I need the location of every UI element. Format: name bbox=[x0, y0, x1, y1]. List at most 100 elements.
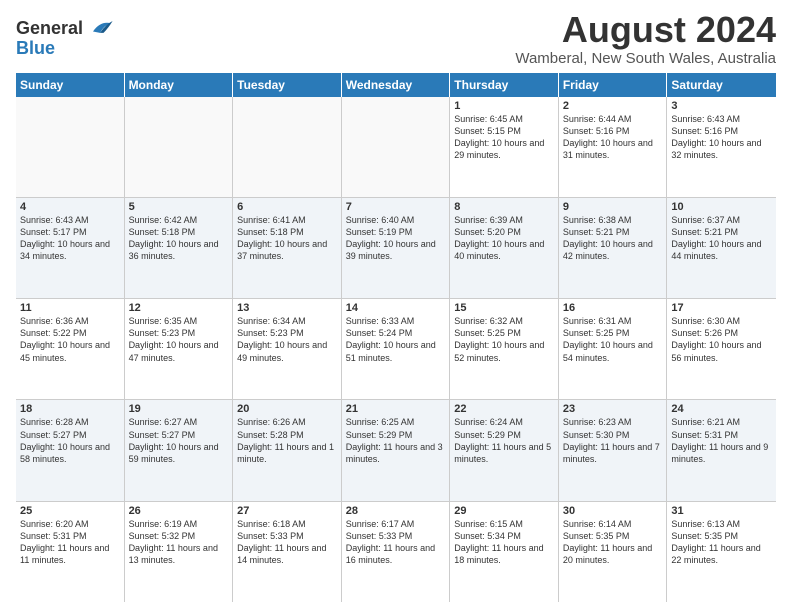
day-info: Sunrise: 6:30 AM Sunset: 5:26 PM Dayligh… bbox=[671, 315, 772, 364]
logo: General Blue bbox=[16, 14, 114, 59]
day-info: Sunrise: 6:17 AM Sunset: 5:33 PM Dayligh… bbox=[346, 518, 446, 567]
day-number: 14 bbox=[346, 302, 446, 314]
calendar-cell: 14Sunrise: 6:33 AM Sunset: 5:24 PM Dayli… bbox=[342, 299, 451, 399]
day-number: 6 bbox=[237, 201, 337, 213]
day-number: 20 bbox=[237, 403, 337, 415]
header-day-friday: Friday bbox=[559, 73, 668, 97]
calendar-cell bbox=[342, 97, 451, 197]
day-info: Sunrise: 6:44 AM Sunset: 5:16 PM Dayligh… bbox=[563, 113, 663, 162]
day-number: 25 bbox=[20, 505, 120, 517]
calendar-cell: 24Sunrise: 6:21 AM Sunset: 5:31 PM Dayli… bbox=[667, 400, 776, 500]
calendar-week-2: 4Sunrise: 6:43 AM Sunset: 5:17 PM Daylig… bbox=[16, 198, 776, 299]
calendar-cell: 6Sunrise: 6:41 AM Sunset: 5:18 PM Daylig… bbox=[233, 198, 342, 298]
calendar-cell: 1Sunrise: 6:45 AM Sunset: 5:15 PM Daylig… bbox=[450, 97, 559, 197]
day-info: Sunrise: 6:20 AM Sunset: 5:31 PM Dayligh… bbox=[20, 518, 120, 567]
day-number: 13 bbox=[237, 302, 337, 314]
header-day-sunday: Sunday bbox=[16, 73, 125, 97]
calendar-cell bbox=[16, 97, 125, 197]
day-number: 15 bbox=[454, 302, 554, 314]
month-title: August 2024 bbox=[515, 10, 776, 50]
calendar-cell: 12Sunrise: 6:35 AM Sunset: 5:23 PM Dayli… bbox=[125, 299, 234, 399]
day-info: Sunrise: 6:21 AM Sunset: 5:31 PM Dayligh… bbox=[671, 416, 772, 465]
day-info: Sunrise: 6:31 AM Sunset: 5:25 PM Dayligh… bbox=[563, 315, 663, 364]
day-info: Sunrise: 6:39 AM Sunset: 5:20 PM Dayligh… bbox=[454, 214, 554, 263]
day-info: Sunrise: 6:26 AM Sunset: 5:28 PM Dayligh… bbox=[237, 416, 337, 465]
day-number: 5 bbox=[129, 201, 229, 213]
calendar-cell: 15Sunrise: 6:32 AM Sunset: 5:25 PM Dayli… bbox=[450, 299, 559, 399]
calendar-cell: 31Sunrise: 6:13 AM Sunset: 5:35 PM Dayli… bbox=[667, 502, 776, 602]
calendar-cell: 21Sunrise: 6:25 AM Sunset: 5:29 PM Dayli… bbox=[342, 400, 451, 500]
header: General Blue August 2024 Wamberal, New S… bbox=[16, 10, 776, 67]
day-number: 11 bbox=[20, 302, 120, 314]
day-number: 10 bbox=[671, 201, 772, 213]
calendar-cell: 25Sunrise: 6:20 AM Sunset: 5:31 PM Dayli… bbox=[16, 502, 125, 602]
day-number: 22 bbox=[454, 403, 554, 415]
day-info: Sunrise: 6:13 AM Sunset: 5:35 PM Dayligh… bbox=[671, 518, 772, 567]
calendar-week-3: 11Sunrise: 6:36 AM Sunset: 5:22 PM Dayli… bbox=[16, 299, 776, 400]
day-number: 16 bbox=[563, 302, 663, 314]
day-info: Sunrise: 6:36 AM Sunset: 5:22 PM Dayligh… bbox=[20, 315, 120, 364]
location-subtitle: Wamberal, New South Wales, Australia bbox=[515, 50, 776, 67]
day-number: 26 bbox=[129, 505, 229, 517]
day-info: Sunrise: 6:35 AM Sunset: 5:23 PM Dayligh… bbox=[129, 315, 229, 364]
day-info: Sunrise: 6:28 AM Sunset: 5:27 PM Dayligh… bbox=[20, 416, 120, 465]
header-day-monday: Monday bbox=[125, 73, 234, 97]
day-number: 12 bbox=[129, 302, 229, 314]
day-number: 21 bbox=[346, 403, 446, 415]
day-info: Sunrise: 6:42 AM Sunset: 5:18 PM Dayligh… bbox=[129, 214, 229, 263]
calendar-cell: 7Sunrise: 6:40 AM Sunset: 5:19 PM Daylig… bbox=[342, 198, 451, 298]
calendar-week-4: 18Sunrise: 6:28 AM Sunset: 5:27 PM Dayli… bbox=[16, 400, 776, 501]
day-info: Sunrise: 6:38 AM Sunset: 5:21 PM Dayligh… bbox=[563, 214, 663, 263]
calendar: SundayMondayTuesdayWednesdayThursdayFrid… bbox=[16, 73, 776, 602]
day-info: Sunrise: 6:33 AM Sunset: 5:24 PM Dayligh… bbox=[346, 315, 446, 364]
day-info: Sunrise: 6:24 AM Sunset: 5:29 PM Dayligh… bbox=[454, 416, 554, 465]
day-number: 31 bbox=[671, 505, 772, 517]
calendar-body: 1Sunrise: 6:45 AM Sunset: 5:15 PM Daylig… bbox=[16, 97, 776, 602]
day-number: 30 bbox=[563, 505, 663, 517]
day-info: Sunrise: 6:27 AM Sunset: 5:27 PM Dayligh… bbox=[129, 416, 229, 465]
calendar-cell: 30Sunrise: 6:14 AM Sunset: 5:35 PM Dayli… bbox=[559, 502, 668, 602]
day-number: 2 bbox=[563, 100, 663, 112]
calendar-cell: 17Sunrise: 6:30 AM Sunset: 5:26 PM Dayli… bbox=[667, 299, 776, 399]
day-info: Sunrise: 6:40 AM Sunset: 5:19 PM Dayligh… bbox=[346, 214, 446, 263]
day-number: 7 bbox=[346, 201, 446, 213]
calendar-cell: 4Sunrise: 6:43 AM Sunset: 5:17 PM Daylig… bbox=[16, 198, 125, 298]
day-number: 1 bbox=[454, 100, 554, 112]
day-info: Sunrise: 6:14 AM Sunset: 5:35 PM Dayligh… bbox=[563, 518, 663, 567]
header-day-thursday: Thursday bbox=[450, 73, 559, 97]
day-number: 19 bbox=[129, 403, 229, 415]
day-number: 27 bbox=[237, 505, 337, 517]
day-number: 18 bbox=[20, 403, 120, 415]
calendar-cell: 29Sunrise: 6:15 AM Sunset: 5:34 PM Dayli… bbox=[450, 502, 559, 602]
calendar-cell: 20Sunrise: 6:26 AM Sunset: 5:28 PM Dayli… bbox=[233, 400, 342, 500]
header-day-wednesday: Wednesday bbox=[342, 73, 451, 97]
calendar-cell: 23Sunrise: 6:23 AM Sunset: 5:30 PM Dayli… bbox=[559, 400, 668, 500]
day-number: 9 bbox=[563, 201, 663, 213]
calendar-week-1: 1Sunrise: 6:45 AM Sunset: 5:15 PM Daylig… bbox=[16, 97, 776, 198]
calendar-cell bbox=[125, 97, 234, 197]
day-number: 3 bbox=[671, 100, 772, 112]
day-number: 29 bbox=[454, 505, 554, 517]
day-number: 23 bbox=[563, 403, 663, 415]
calendar-cell: 3Sunrise: 6:43 AM Sunset: 5:16 PM Daylig… bbox=[667, 97, 776, 197]
day-info: Sunrise: 6:23 AM Sunset: 5:30 PM Dayligh… bbox=[563, 416, 663, 465]
calendar-cell: 27Sunrise: 6:18 AM Sunset: 5:33 PM Dayli… bbox=[233, 502, 342, 602]
calendar-cell: 28Sunrise: 6:17 AM Sunset: 5:33 PM Dayli… bbox=[342, 502, 451, 602]
day-info: Sunrise: 6:45 AM Sunset: 5:15 PM Dayligh… bbox=[454, 113, 554, 162]
calendar-cell: 8Sunrise: 6:39 AM Sunset: 5:20 PM Daylig… bbox=[450, 198, 559, 298]
calendar-cell: 5Sunrise: 6:42 AM Sunset: 5:18 PM Daylig… bbox=[125, 198, 234, 298]
calendar-cell: 18Sunrise: 6:28 AM Sunset: 5:27 PM Dayli… bbox=[16, 400, 125, 500]
day-number: 24 bbox=[671, 403, 772, 415]
day-info: Sunrise: 6:43 AM Sunset: 5:17 PM Dayligh… bbox=[20, 214, 120, 263]
day-info: Sunrise: 6:18 AM Sunset: 5:33 PM Dayligh… bbox=[237, 518, 337, 567]
day-info: Sunrise: 6:32 AM Sunset: 5:25 PM Dayligh… bbox=[454, 315, 554, 364]
calendar-cell: 2Sunrise: 6:44 AM Sunset: 5:16 PM Daylig… bbox=[559, 97, 668, 197]
calendar-cell: 19Sunrise: 6:27 AM Sunset: 5:27 PM Dayli… bbox=[125, 400, 234, 500]
calendar-cell: 11Sunrise: 6:36 AM Sunset: 5:22 PM Dayli… bbox=[16, 299, 125, 399]
title-block: August 2024 Wamberal, New South Wales, A… bbox=[515, 10, 776, 67]
calendar-week-5: 25Sunrise: 6:20 AM Sunset: 5:31 PM Dayli… bbox=[16, 502, 776, 602]
day-number: 4 bbox=[20, 201, 120, 213]
calendar-cell bbox=[233, 97, 342, 197]
day-info: Sunrise: 6:34 AM Sunset: 5:23 PM Dayligh… bbox=[237, 315, 337, 364]
calendar-cell: 10Sunrise: 6:37 AM Sunset: 5:21 PM Dayli… bbox=[667, 198, 776, 298]
